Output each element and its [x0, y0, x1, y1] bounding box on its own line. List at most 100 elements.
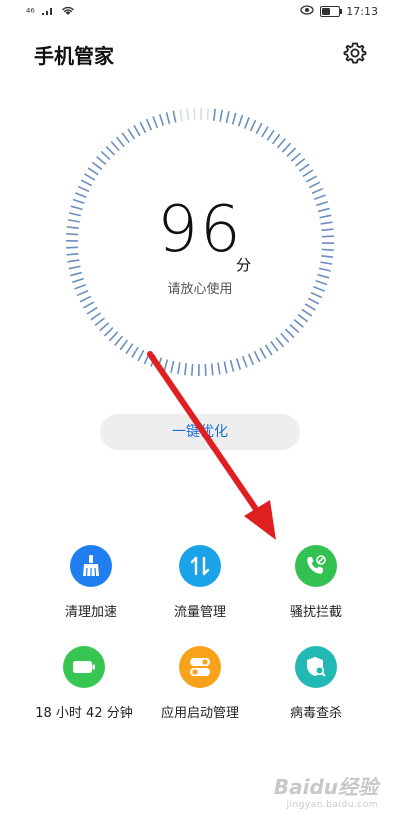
- watermark-logo: Baidu经验: [273, 775, 378, 799]
- dial-tick: [293, 318, 304, 328]
- dial-tick: [297, 313, 309, 323]
- dial-tick: [137, 349, 145, 362]
- dial-tick: [308, 181, 321, 189]
- dial-tick: [131, 346, 139, 358]
- dial-tick: [172, 110, 177, 123]
- gear-icon: [343, 42, 367, 64]
- dial-tick: [280, 332, 290, 343]
- tool-data-management[interactable]: 流量管理: [140, 545, 260, 620]
- dial-tick: [184, 363, 187, 376]
- dial-tick: [275, 336, 285, 348]
- dial-tick: [156, 357, 163, 370]
- dial-tick: [307, 297, 320, 305]
- tool-app-launch-label: 应用启动管理: [160, 706, 239, 721]
- eye-comfort-icon: [300, 5, 314, 18]
- dial-tick: [114, 335, 124, 346]
- status-left: ⁴⁶: [26, 6, 75, 19]
- dial-tick: [96, 156, 107, 166]
- dial-tick: [121, 132, 130, 144]
- battery-icon: [63, 646, 105, 688]
- dial-tick: [82, 301, 95, 309]
- watermark: Baidu经验 jingyan.baidu.com: [274, 771, 378, 810]
- tool-virus-label: 病毒查杀: [289, 706, 342, 721]
- dial-tick: [125, 343, 134, 355]
- dial-tick: [165, 112, 171, 125]
- dial-tick: [301, 308, 313, 317]
- dial-tick: [139, 121, 147, 134]
- dial-tick: [204, 363, 207, 376]
- dial-tick: [177, 362, 181, 375]
- optimize-button[interactable]: 一键优化: [100, 414, 300, 450]
- dial-tick: [198, 363, 200, 377]
- dial-tick: [247, 353, 255, 366]
- dial-tick: [286, 147, 297, 158]
- settings-button[interactable]: [342, 40, 368, 66]
- tool-harassment-label: 骚扰拦截: [289, 605, 342, 620]
- dial-tick: [127, 128, 136, 140]
- dial-tick-faded: [200, 107, 202, 121]
- tool-harassment-block[interactable]: 骚扰拦截: [256, 545, 376, 620]
- battery-icon: [320, 6, 343, 17]
- dial-tick: [158, 113, 165, 126]
- data-arrows-icon: [179, 545, 221, 587]
- wifi-icon: [61, 6, 75, 19]
- tool-app-launch[interactable]: 应用启动管理: [140, 646, 260, 721]
- shield-scan-icon: [295, 646, 337, 688]
- dial-tick: [259, 347, 267, 360]
- dial-tick: [241, 355, 248, 368]
- dial-tick: [217, 362, 221, 375]
- dial-tick: [133, 124, 141, 137]
- dial-tick: [170, 360, 175, 373]
- dial-tick: [294, 157, 306, 167]
- tool-battery[interactable]: 18 小时 42 分钟: [24, 646, 144, 721]
- dial-tick: [100, 150, 111, 161]
- dial-tick: [235, 358, 242, 371]
- broom-icon: [70, 545, 112, 587]
- dial-tick: [145, 118, 153, 131]
- tool-virus-scan[interactable]: 病毒查杀: [256, 646, 376, 721]
- dial-tick: [143, 352, 151, 365]
- dial-tick: [281, 142, 292, 153]
- dial-tick: [253, 350, 261, 363]
- dial-tick: [105, 145, 116, 156]
- score-status: 请放心使用: [167, 282, 233, 297]
- dial-tick: [302, 169, 314, 178]
- dial-tick: [266, 129, 275, 141]
- dial-tick: [229, 359, 235, 372]
- dial-tick: [70, 271, 83, 277]
- dial-tick: [108, 331, 119, 342]
- dial-tick: [223, 361, 228, 374]
- dial-tick: [290, 152, 301, 162]
- dial-tick: [261, 126, 269, 138]
- dial-tick: [77, 185, 90, 193]
- dial-tick: [110, 141, 120, 152]
- dial-tick: [311, 187, 324, 195]
- dial-tick: [84, 173, 96, 181]
- dial-tick: [119, 339, 129, 351]
- dial-tick: [318, 267, 331, 272]
- dial-tick: [99, 322, 110, 332]
- dial-tick: [152, 116, 159, 129]
- dial-tick-faded: [179, 109, 183, 122]
- page-title: 手机管家: [34, 44, 114, 68]
- dial-tick: [94, 317, 106, 327]
- status-right: 17:13: [300, 5, 378, 18]
- dial-tick: [271, 133, 281, 145]
- dial-tick: [219, 109, 223, 122]
- phone-block-icon: [295, 545, 337, 587]
- status-bar: ⁴⁶ 17:13: [0, 0, 400, 26]
- tool-cleanup[interactable]: 清理加速: [31, 545, 151, 620]
- dial-tick: [75, 192, 87, 199]
- dial-tick: [237, 114, 244, 127]
- dial-tick: [304, 303, 316, 311]
- dial-tick: [86, 306, 98, 315]
- dial-tick: [115, 136, 125, 148]
- dial-tick: [231, 112, 237, 125]
- status-time: 17:13: [346, 5, 378, 18]
- battery-fill: [322, 8, 331, 15]
- dial-tick: [320, 261, 333, 265]
- dial-tick-faded: [193, 108, 196, 121]
- watermark-url: jingyan.baidu.com: [286, 800, 378, 810]
- signal-icon: ⁴⁶: [26, 6, 35, 19]
- dial-tick: [284, 328, 295, 339]
